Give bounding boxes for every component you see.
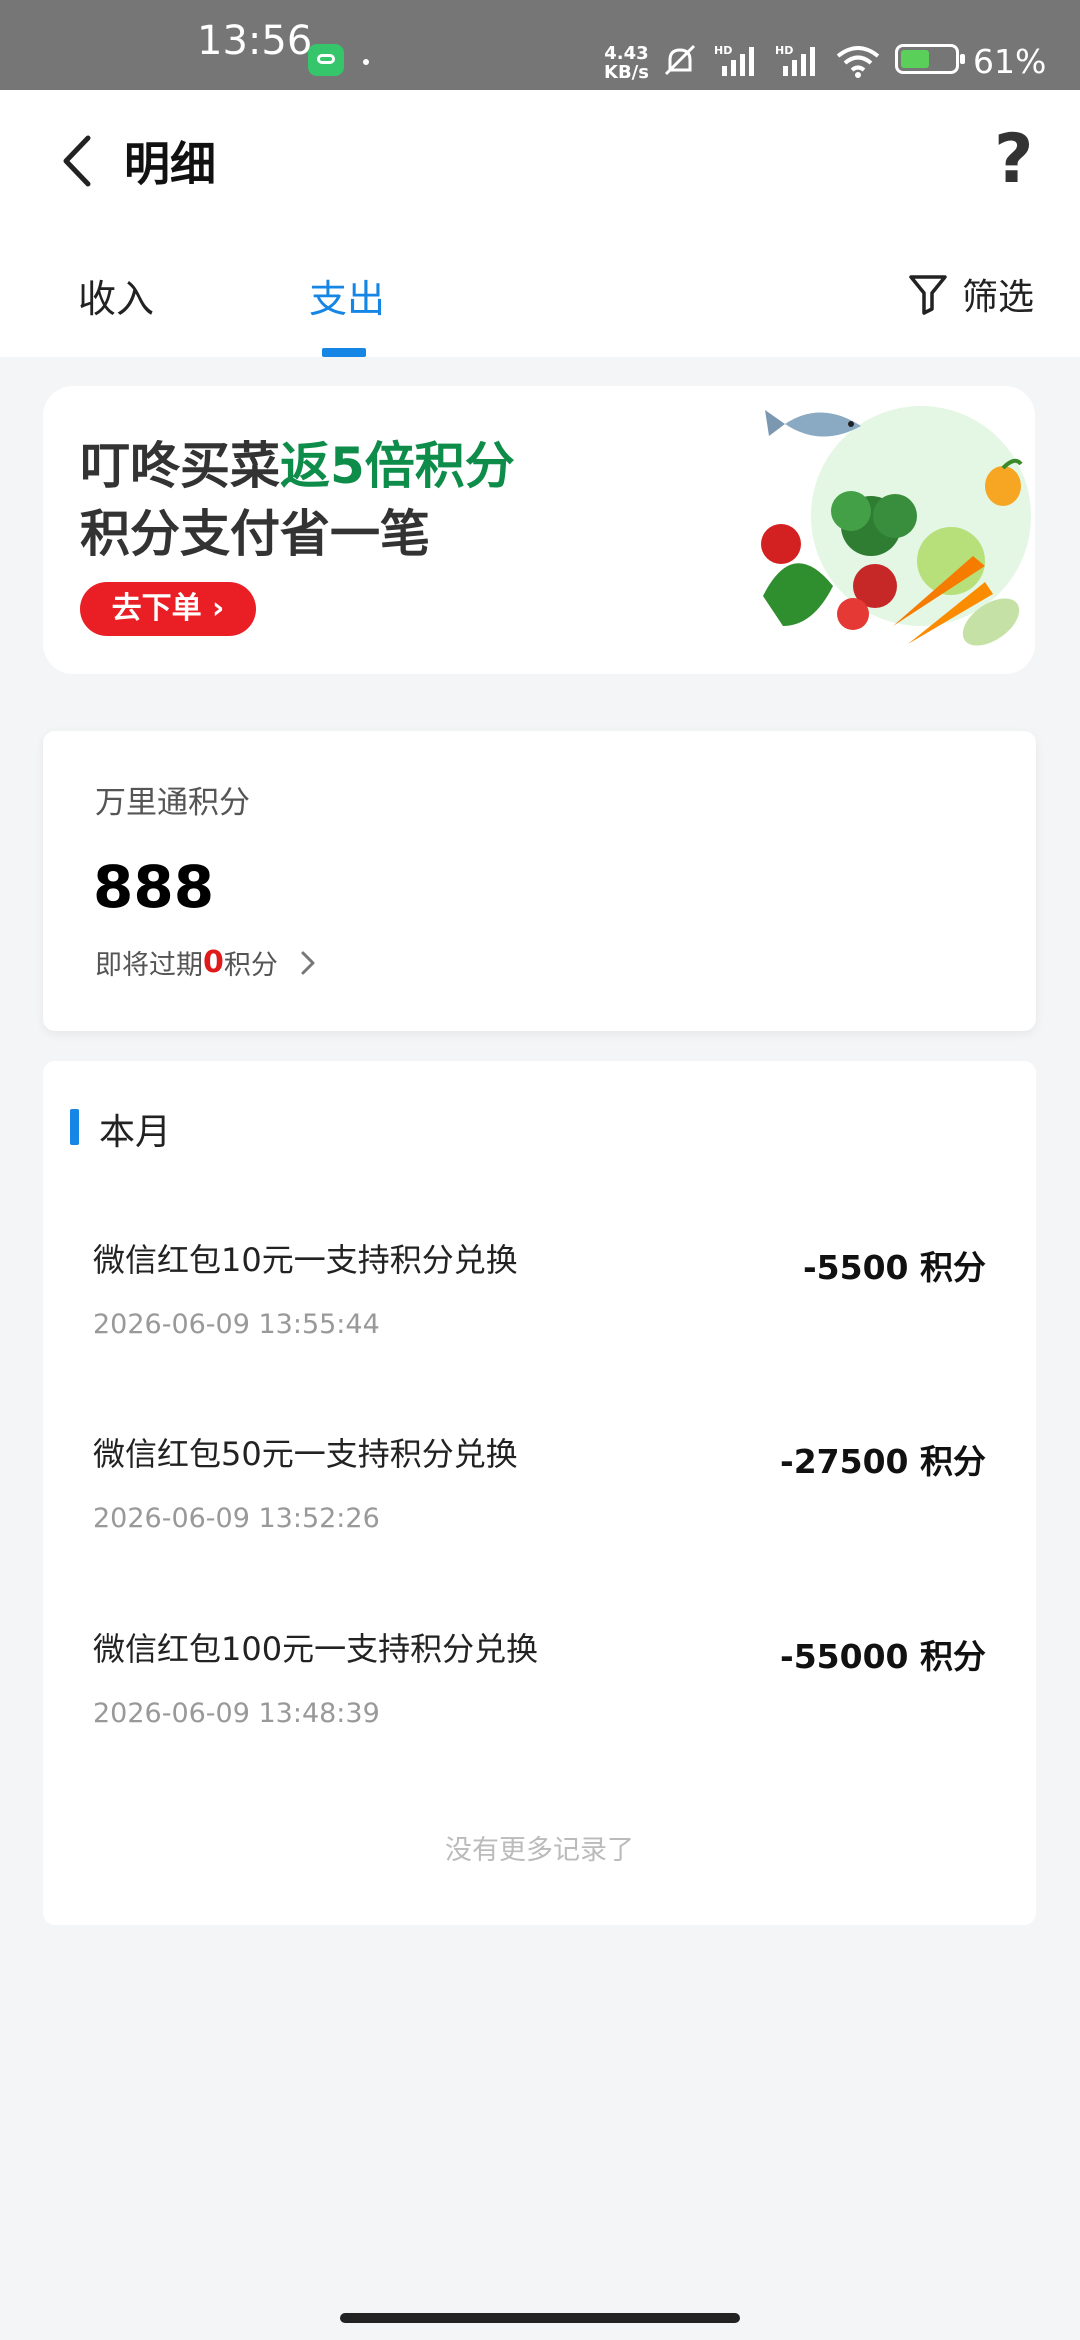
- order-now-button[interactable]: 去下单 ›: [80, 582, 256, 636]
- chevron-right-icon: [301, 951, 315, 974]
- network-speed-unit: KB/s: [604, 62, 649, 83]
- notification-dot-icon: [363, 59, 369, 65]
- expiring-count: 0: [203, 945, 224, 980]
- network-speed-value: 4.43: [604, 43, 649, 64]
- filter-button[interactable]: 筛选: [908, 268, 1034, 320]
- network-speed: 4.43 KB/s: [604, 44, 649, 82]
- item-time: 2026-06-09 13:55:44: [93, 1309, 380, 1340]
- vegetables-illustration-icon: [761, 406, 1031, 646]
- battery-percent: 61%: [973, 42, 1047, 81]
- expiring-points-link[interactable]: 即将过期 0 积分: [95, 943, 316, 982]
- item-time: 2026-06-09 13:48:39: [93, 1698, 380, 1729]
- item-title: 微信红包100元一支持积分兑换: [93, 1630, 539, 1668]
- tab-expense[interactable]: 支出: [309, 268, 385, 323]
- help-icon[interactable]: ?: [994, 120, 1033, 199]
- message-app-icon: [308, 44, 344, 76]
- svg-text:HD: HD: [775, 44, 793, 57]
- no-more-records: 没有更多记录了: [445, 1835, 634, 1866]
- records-card: 本月 微信红包10元一支持积分兑换 -5500 积分 2026-06-09 13…: [43, 1061, 1036, 1925]
- points-label: 万里通积分: [95, 785, 250, 821]
- mute-bell-icon: [664, 44, 696, 76]
- item-title: 微信红包10元一支持积分兑换: [93, 1241, 518, 1279]
- banner-headline-prefix: 叮咚买菜: [80, 437, 280, 495]
- banner-headline: 叮咚买菜返5倍积分: [80, 426, 515, 498]
- filter-funnel-icon: [909, 275, 947, 315]
- points-balance: 888: [93, 853, 215, 921]
- item-time: 2026-06-09 13:52:26: [93, 1503, 380, 1534]
- promo-banner[interactable]: 叮咚买菜返5倍积分 积分支付省一笔 去下单 ›: [43, 386, 1035, 674]
- active-tab-indicator: [322, 348, 366, 357]
- signal-hd-icon-1: HD: [714, 44, 754, 76]
- item-amount: -27500 积分: [780, 1442, 986, 1481]
- expiring-suffix: 积分: [223, 950, 278, 981]
- svg-text:HD: HD: [714, 44, 732, 57]
- expiring-prefix: 即将过期: [95, 950, 203, 981]
- month-marker: [70, 1109, 79, 1145]
- banner-subline: 积分支付省一笔: [80, 505, 430, 563]
- page-title: 明细: [124, 137, 216, 191]
- item-amount: -55000 积分: [780, 1637, 986, 1676]
- item-amount: -5500 积分: [802, 1248, 986, 1287]
- status-time: 13:56: [197, 18, 313, 64]
- banner-headline-highlight: 返5倍积分: [280, 437, 515, 495]
- list-item[interactable]: 微信红包50元一支持积分兑换 -27500 积分 2026-06-09 13:5…: [43, 1429, 1036, 1609]
- signal-hd-icon-2: HD: [775, 44, 815, 76]
- home-indicator[interactable]: [340, 2313, 740, 2323]
- item-title: 微信红包50元一支持积分兑换: [93, 1435, 518, 1473]
- status-bar: 13:56 4.43 KB/s HD HD 61%: [0, 0, 1080, 90]
- month-heading: 本月: [99, 1112, 172, 1153]
- points-card: 万里通积分 888 即将过期 0 积分: [43, 731, 1036, 1031]
- list-item[interactable]: 微信红包10元一支持积分兑换 -5500 积分 2026-06-09 13:55…: [43, 1235, 1036, 1415]
- wifi-icon: [836, 46, 880, 78]
- back-arrow-icon[interactable]: [56, 130, 100, 192]
- list-item[interactable]: 微信红包100元一支持积分兑换 -55000 积分 2026-06-09 13:…: [43, 1624, 1036, 1804]
- battery-icon: [895, 44, 965, 74]
- page-header: 明细 ? 收入 支出 筛选: [0, 90, 1080, 357]
- filter-label: 筛选: [962, 277, 1035, 318]
- tab-income[interactable]: 收入: [78, 268, 154, 323]
